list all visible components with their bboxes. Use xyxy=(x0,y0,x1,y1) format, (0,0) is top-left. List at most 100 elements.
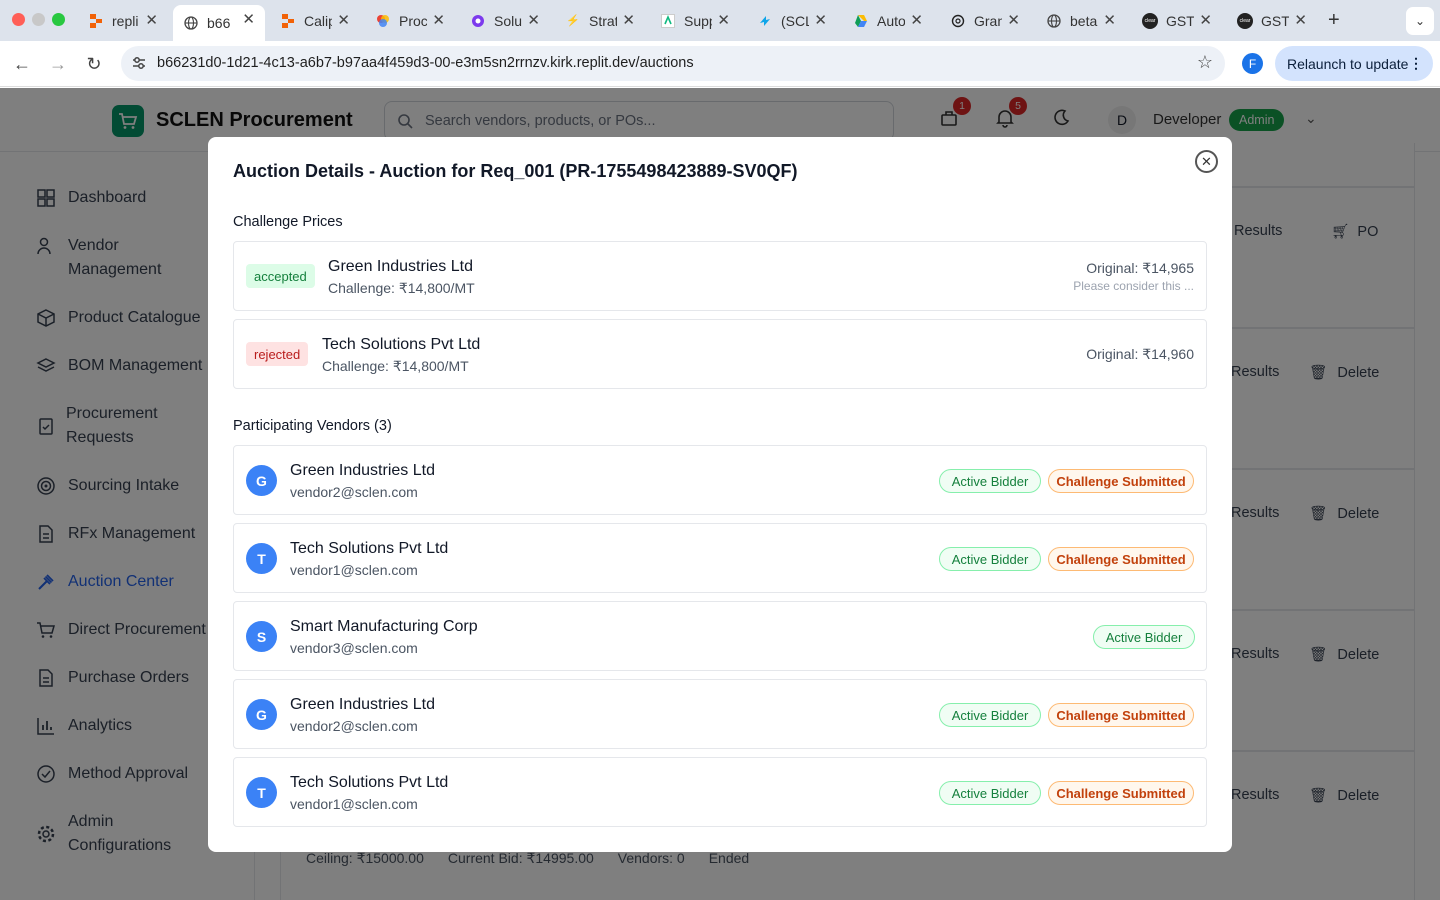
challenge-price: Challenge: ₹14,800/MT xyxy=(328,280,475,296)
browser-tab[interactable]: Auto ✕ xyxy=(843,6,933,35)
site-settings-icon[interactable] xyxy=(131,55,147,76)
participating-vendors-heading: Participating Vendors (3) xyxy=(233,418,392,434)
close-tab-icon[interactable]: ✕ xyxy=(527,11,540,29)
vendor-avatar: G xyxy=(246,699,277,730)
browser-tab[interactable]: Supp✕ xyxy=(650,6,740,35)
vendor-row: S Smart Manufacturing Corp vendor3@sclen… xyxy=(233,601,1207,671)
browser-tab[interactable]: Proc ✕ xyxy=(365,6,455,35)
window-close-button[interactable] xyxy=(12,13,25,26)
close-tab-icon[interactable]: ✕ xyxy=(910,11,923,29)
vendor-name: Tech Solutions Pvt Ltd xyxy=(290,774,449,791)
close-tab-icon[interactable]: ✕ xyxy=(814,11,827,29)
auction-details-dialog: Auction Details - Auction for Req_001 (P… xyxy=(208,137,1232,852)
cleartax-icon: clear xyxy=(1237,12,1253,29)
vendor-email: vendor3@sclen.com xyxy=(290,640,418,656)
close-tab-icon[interactable]: ✕ xyxy=(337,11,350,29)
challenge-submitted-badge: Challenge Submitted xyxy=(1048,469,1194,493)
drive-icon xyxy=(853,13,869,29)
bolt-icon: ⚡ xyxy=(566,15,580,27)
window-maximize-button[interactable] xyxy=(52,13,65,26)
active-bidder-badge: Active Bidder xyxy=(939,547,1041,571)
new-tab-icon[interactable]: + xyxy=(1328,9,1340,32)
challenge-row: rejected Tech Solutions Pvt Ltd Challeng… xyxy=(233,319,1207,389)
stripe-app-icon xyxy=(757,13,773,29)
close-icon[interactable]: ✕ xyxy=(1195,150,1218,173)
active-bidder-badge: Active Bidder xyxy=(1093,625,1195,649)
close-tab-icon[interactable]: ✕ xyxy=(1103,11,1116,29)
reload-icon[interactable]: ↻ xyxy=(82,52,106,76)
purple-app-icon xyxy=(470,13,486,29)
vendor-row: G Green Industries Ltd vendor2@sclen.com… xyxy=(233,445,1207,515)
vendor-name: Green Industries Ltd xyxy=(290,696,435,713)
active-bidder-badge: Active Bidder xyxy=(939,469,1041,493)
profile-avatar[interactable]: F xyxy=(1242,53,1263,74)
close-tab-icon[interactable]: ✕ xyxy=(1294,11,1307,29)
close-tab-icon[interactable]: ✕ xyxy=(242,10,255,28)
vendor-email: vendor2@sclen.com xyxy=(290,718,418,734)
vendor-name: Tech Solutions Pvt Ltd xyxy=(322,336,481,353)
vendor-name: Tech Solutions Pvt Ltd xyxy=(290,540,449,557)
challenge-submitted-badge: Challenge Submitted xyxy=(1048,547,1194,571)
replit-favicon-icon xyxy=(280,13,296,29)
browser-tab-active[interactable]: b66 ✕ xyxy=(173,5,265,41)
vendor-name: Green Industries Ltd xyxy=(290,462,435,479)
browser-tab[interactable]: repli ✕ xyxy=(78,6,168,35)
close-tab-icon[interactable]: ✕ xyxy=(1007,11,1020,29)
tab-search-icon[interactable]: ⌄ xyxy=(1406,7,1434,35)
active-bidder-badge: Active Bidder xyxy=(939,703,1041,727)
vendor-avatar: G xyxy=(246,465,277,496)
vendor-name: Smart Manufacturing Corp xyxy=(290,618,478,635)
original-price: Original: ₹14,965 xyxy=(1086,260,1194,276)
challenge-submitted-badge: Challenge Submitted xyxy=(1048,703,1194,727)
browser-tab[interactable]: clear GST ✕ xyxy=(1227,6,1317,35)
vendor-email: vendor1@sclen.com xyxy=(290,796,418,812)
vendor-row: T Tech Solutions Pvt Ltd vendor1@sclen.c… xyxy=(233,523,1207,593)
original-price: Original: ₹14,960 xyxy=(1086,346,1194,362)
vendor-email: vendor2@sclen.com xyxy=(290,484,418,500)
vendor-row: G Green Industries Ltd vendor2@sclen.com… xyxy=(233,679,1207,749)
back-arrow-icon[interactable]: ← xyxy=(10,52,34,76)
relaunch-button[interactable]: Relaunch to update ⋮ xyxy=(1275,46,1433,81)
forward-arrow-icon[interactable]: → xyxy=(46,52,70,76)
bookmark-star-icon[interactable]: ☆ xyxy=(1197,52,1213,73)
globe-icon xyxy=(1046,13,1062,29)
browser-tab[interactable]: beta ✕ xyxy=(1036,6,1126,35)
challenge-note: Please consider this ... xyxy=(1073,279,1194,293)
vendor-avatar: T xyxy=(246,543,277,574)
browser-tab[interactable]: clear GST ✕ xyxy=(1132,6,1222,35)
close-tab-icon[interactable]: ✕ xyxy=(145,11,158,29)
browser-tab[interactable]: (SCL✕ xyxy=(747,6,837,35)
vendor-avatar: T xyxy=(246,777,277,808)
status-badge: rejected xyxy=(246,342,309,366)
replit-favicon-icon xyxy=(88,13,104,29)
active-bidder-badge: Active Bidder xyxy=(939,781,1041,805)
address-bar[interactable]: b66231d0-1d21-4c13-a6b7-b97aa4f459d3-00-… xyxy=(121,46,1225,81)
status-badge: accepted xyxy=(246,264,315,288)
challenge-prices-heading: Challenge Prices xyxy=(233,214,343,230)
vendor-avatar: S xyxy=(246,621,277,652)
vendor-row: T Tech Solutions Pvt Ltd vendor1@sclen.c… xyxy=(233,757,1207,827)
more-options-icon[interactable]: ⋮ xyxy=(1409,55,1423,72)
browser-tab[interactable]: Gran ✕ xyxy=(940,6,1030,35)
cleartax-icon: clear xyxy=(1142,12,1158,29)
browser-toolbar: ← → ↻ b66231d0-1d21-4c13-a6b7-b97aa4f459… xyxy=(0,41,1440,87)
colorful-app-icon xyxy=(375,13,391,29)
openai-icon xyxy=(950,13,966,29)
close-tab-icon[interactable]: ✕ xyxy=(432,11,445,29)
challenge-row: accepted Green Industries Ltd Challenge:… xyxy=(233,241,1207,311)
close-tab-icon[interactable]: ✕ xyxy=(1199,11,1212,29)
browser-tab[interactable]: Calip✕ xyxy=(270,6,360,35)
window-minimize-button[interactable] xyxy=(32,13,45,26)
browser-tab-bar: repli✕ b66✕ Calip✕ Proc✕ Solu✕ ⚡Strat✕ S… xyxy=(0,0,1440,41)
dialog-title: Auction Details - Auction for Req_001 (P… xyxy=(233,161,798,181)
globe-icon xyxy=(183,15,199,31)
challenge-submitted-badge: Challenge Submitted xyxy=(1048,781,1194,805)
url-text[interactable]: b66231d0-1d21-4c13-a6b7-b97aa4f459d3-00-… xyxy=(157,55,694,71)
browser-tab[interactable]: Solu ✕ xyxy=(460,6,550,35)
browser-tab[interactable]: ⚡ Strat ✕ xyxy=(555,6,645,35)
vendor-name: Green Industries Ltd xyxy=(328,258,473,275)
close-tab-icon[interactable]: ✕ xyxy=(622,11,635,29)
support-app-icon xyxy=(660,13,676,29)
close-tab-icon[interactable]: ✕ xyxy=(717,11,730,29)
challenge-price: Challenge: ₹14,800/MT xyxy=(322,358,469,374)
